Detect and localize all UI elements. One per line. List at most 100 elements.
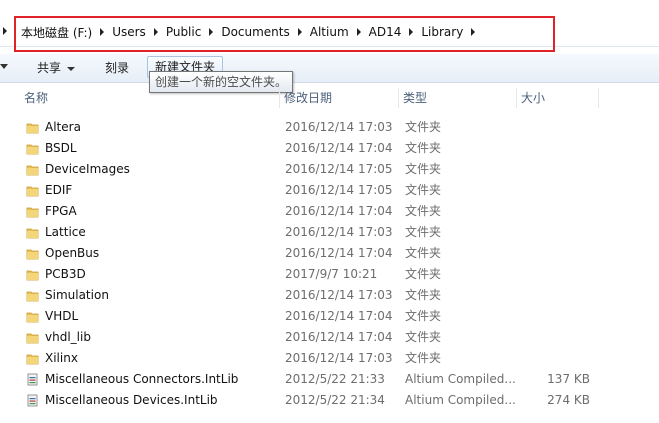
breadcrumb-item[interactable]: Library: [419, 25, 467, 39]
breadcrumb-separator-icon[interactable]: [356, 28, 361, 36]
file-row[interactable]: VHDL 2016/12/14 17:04 文件夹: [0, 306, 659, 327]
file-type: Altium Compiled...: [405, 372, 516, 386]
breadcrumb-separator-icon[interactable]: [209, 28, 214, 36]
file-modified-date: 2017/9/7 10:21: [285, 267, 378, 281]
folder-icon: [26, 268, 39, 281]
breadcrumb-item[interactable]: Public: [164, 25, 206, 39]
file-row[interactable]: DeviceImages 2016/12/14 17:05 文件夹: [0, 159, 659, 180]
file-list: Altera 2016/12/14 17:03 文件夹 BSDL 2016/12/14 …: [0, 117, 659, 411]
file-type: 文件夹: [405, 288, 442, 302]
file-row[interactable]: OpenBus 2016/12/14 17:04 文件夹: [0, 243, 659, 264]
file-name: BSDL: [45, 141, 77, 155]
file-type: 文件夹: [405, 162, 442, 176]
command-bar: 共享 刻录: [0, 54, 659, 83]
file-size: [520, 348, 590, 369]
folder-icon: [26, 163, 39, 176]
file-size: [520, 243, 590, 264]
intlib-file-icon: [26, 394, 39, 407]
share-button[interactable]: 共享: [37, 54, 76, 82]
file-modified-date: 2012/5/22 21:34: [285, 393, 385, 407]
file-size: [520, 222, 590, 243]
folder-icon: [26, 121, 39, 134]
column-date-header[interactable]: 修改日期: [280, 88, 399, 108]
file-row[interactable]: BSDL 2016/12/14 17:04 文件夹: [0, 138, 659, 159]
breadcrumb-item[interactable]: Users: [110, 25, 150, 39]
file-name: Xilinx: [45, 351, 78, 365]
folder-icon: [26, 226, 39, 239]
file-name: EDIF: [45, 183, 73, 197]
folder-icon: [26, 331, 39, 344]
breadcrumb: 本地磁盘 (F:) Users Public Documents Altium …: [19, 18, 481, 46]
chevron-down-icon: [67, 66, 76, 71]
file-size: [520, 180, 590, 201]
folder-icon: [26, 205, 39, 218]
breadcrumb-separator-icon[interactable]: [100, 28, 105, 36]
file-type: 文件夹: [405, 351, 442, 365]
history-chevron-icon[interactable]: [3, 27, 7, 35]
file-type: 文件夹: [405, 330, 442, 344]
file-size: 137 KB: [547, 372, 590, 386]
file-name: Lattice: [45, 225, 86, 239]
file-row[interactable]: FPGA 2016/12/14 17:04 文件夹: [0, 201, 659, 222]
file-size: [520, 327, 590, 348]
file-row[interactable]: EDIF 2016/12/14 17:05 文件夹: [0, 180, 659, 201]
file-row[interactable]: Miscellaneous Devices.IntLib 2012/5/22 21…: [0, 390, 659, 411]
breadcrumb-item[interactable]: 本地磁盘 (F:): [19, 24, 96, 41]
burn-button[interactable]: 刻录: [105, 54, 129, 82]
file-row[interactable]: Simulation 2016/12/14 17:03 文件夹: [0, 285, 659, 306]
file-size: [520, 306, 590, 327]
file-modified-date: 2016/12/14 17:05: [285, 183, 393, 197]
folder-icon: [26, 184, 39, 197]
file-row[interactable]: Xilinx 2016/12/14 17:03 文件夹: [0, 348, 659, 369]
file-row[interactable]: Altera 2016/12/14 17:03 文件夹: [0, 117, 659, 138]
file-type: Altium Compiled...: [405, 393, 516, 407]
file-type: 文件夹: [405, 183, 442, 197]
column-type-header[interactable]: 类型: [399, 88, 517, 108]
file-size: [520, 201, 590, 222]
file-modified-date: 2016/12/14 17:04: [285, 141, 393, 155]
file-modified-date: 2016/12/14 17:03: [285, 288, 393, 302]
file-type: 文件夹: [405, 246, 442, 260]
file-type: 文件夹: [405, 309, 442, 323]
folder-icon: [26, 247, 39, 260]
file-type: 文件夹: [405, 225, 442, 239]
file-name: DeviceImages: [45, 162, 130, 176]
file-name: FPGA: [45, 204, 77, 218]
file-name: OpenBus: [45, 246, 100, 260]
share-label: 共享: [37, 61, 62, 75]
file-name: vhdl_lib: [45, 330, 91, 344]
breadcrumb-separator-icon[interactable]: [297, 28, 302, 36]
file-modified-date: 2016/12/14 17:03: [285, 351, 393, 365]
breadcrumb-separator-icon[interactable]: [153, 28, 158, 36]
breadcrumb-item[interactable]: Altium: [308, 25, 353, 39]
file-modified-date: 2016/12/14 17:03: [285, 225, 393, 239]
file-row[interactable]: Miscellaneous Connectors.IntLib 2012/5/22…: [0, 369, 659, 390]
intlib-file-icon: [26, 373, 39, 386]
file-name: Altera: [45, 120, 81, 134]
column-header: 名称 修改日期 类型 大小: [0, 88, 659, 108]
column-size-header[interactable]: 大小: [517, 88, 599, 108]
file-name: VHDL: [45, 309, 79, 323]
folder-icon: [26, 352, 39, 365]
folder-icon: [26, 289, 39, 302]
file-type: 文件夹: [405, 267, 442, 281]
file-name: Miscellaneous Connectors.IntLib: [45, 372, 239, 386]
file-row[interactable]: vhdl_lib 2016/12/14 17:04 文件夹: [0, 327, 659, 348]
file-name: PCB3D: [45, 267, 86, 281]
organize-dropdown-icon[interactable]: [0, 64, 8, 69]
file-size: [520, 117, 590, 138]
address-bar[interactable]: 本地磁盘 (F:) Users Public Documents Altium …: [0, 18, 659, 47]
file-row[interactable]: Lattice 2016/12/14 17:03 文件夹: [0, 222, 659, 243]
file-type: 文件夹: [405, 204, 442, 218]
breadcrumb-item[interactable]: AD14: [367, 25, 406, 39]
file-modified-date: 2016/12/14 17:04: [285, 330, 393, 344]
breadcrumb-separator-icon[interactable]: [471, 28, 476, 36]
column-name-header[interactable]: 名称: [20, 88, 280, 108]
breadcrumb-item[interactable]: Documents: [219, 25, 293, 39]
file-row[interactable]: PCB3D 2017/9/7 10:21 文件夹: [0, 264, 659, 285]
file-size: [520, 285, 590, 306]
breadcrumb-separator-icon[interactable]: [409, 28, 414, 36]
file-type: 文件夹: [405, 120, 442, 134]
file-name: Miscellaneous Devices.IntLib: [45, 393, 218, 407]
file-modified-date: 2016/12/14 17:05: [285, 162, 393, 176]
